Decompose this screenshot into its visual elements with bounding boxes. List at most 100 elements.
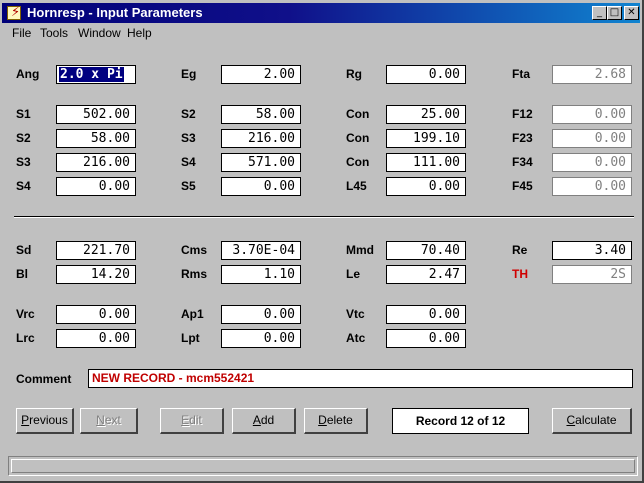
lpt-field[interactable]: 0.00 xyxy=(221,329,301,348)
add-text: dd xyxy=(260,413,275,427)
previous-text: revious xyxy=(29,413,68,427)
le-field[interactable]: 2.47 xyxy=(386,265,466,284)
s2b-label: S2 xyxy=(16,131,31,145)
ang-value: 2.0 x Pi xyxy=(59,67,124,82)
s2b-field[interactable]: 58.00 xyxy=(56,129,136,148)
rms-label: Rms xyxy=(181,267,208,281)
vrc-field[interactable]: 0.00 xyxy=(56,305,136,324)
ap1-label: Ap1 xyxy=(181,307,204,321)
con2-field[interactable]: 199.10 xyxy=(386,129,466,148)
eg-field[interactable]: 2.00 xyxy=(221,65,301,84)
s1-label: S1 xyxy=(16,107,31,121)
previous-button[interactable]: Previous xyxy=(16,408,74,434)
menu-file[interactable]: File xyxy=(12,26,31,40)
next-button: Next xyxy=(80,408,138,434)
s1-field[interactable]: 502.00 xyxy=(56,105,136,124)
add-accel: A xyxy=(252,413,261,427)
f45-label: F45 xyxy=(512,179,533,193)
f12-field: 0.00 xyxy=(552,105,632,124)
f34-label: F34 xyxy=(512,155,533,169)
app-icon[interactable]: ⚡ xyxy=(7,5,21,20)
menu-tools[interactable]: Tools xyxy=(40,26,68,40)
calculate-button[interactable]: Calculate xyxy=(552,408,632,434)
minimize-button[interactable]: _ xyxy=(592,6,607,20)
rms-field[interactable]: 1.10 xyxy=(221,265,301,284)
s2-field[interactable]: 58.00 xyxy=(221,105,301,124)
atc-label: Atc xyxy=(346,331,366,345)
vtc-label: Vtc xyxy=(346,307,365,321)
s3b-field[interactable]: 216.00 xyxy=(56,153,136,172)
rg-label: Rg xyxy=(346,67,362,81)
s4-label: S4 xyxy=(181,155,196,169)
mmd-field[interactable]: 70.40 xyxy=(386,241,466,260)
vrc-label: Vrc xyxy=(16,307,35,321)
atc-field[interactable]: 0.00 xyxy=(386,329,466,348)
next-text: ext xyxy=(104,413,121,427)
f12-label: F12 xyxy=(512,107,533,121)
s4-field[interactable]: 571.00 xyxy=(221,153,301,172)
rg-field[interactable]: 0.00 xyxy=(386,65,466,84)
con3-field[interactable]: 111.00 xyxy=(386,153,466,172)
vtc-field[interactable]: 0.00 xyxy=(386,305,466,324)
ang-field[interactable]: 2.0 x Pi xyxy=(56,65,136,84)
l45-field[interactable]: 0.00 xyxy=(386,177,466,196)
delete-button[interactable]: Delete xyxy=(304,408,368,434)
record-indicator: Record 12 of 12 xyxy=(392,408,529,434)
s4b-label: S4 xyxy=(16,179,31,193)
menu-window[interactable]: Window xyxy=(78,26,121,40)
l45-label: L45 xyxy=(346,179,367,193)
lightning-icon: ⚡ xyxy=(11,5,21,20)
ang-label: Ang xyxy=(16,67,40,81)
bl-field[interactable]: 14.20 xyxy=(56,265,136,284)
close-button[interactable]: ✕ xyxy=(624,6,639,20)
comment-field[interactable]: NEW RECORD - mcm552421 xyxy=(88,369,633,388)
sd-label: Sd xyxy=(16,243,32,257)
edit-accel: E xyxy=(181,413,190,427)
menu-help[interactable]: Help xyxy=(127,26,152,40)
sd-field[interactable]: 221.70 xyxy=(56,241,136,260)
calculate-accel: C xyxy=(566,413,576,427)
status-bar xyxy=(8,456,638,476)
con1-field[interactable]: 25.00 xyxy=(386,105,466,124)
s5-field[interactable]: 0.00 xyxy=(221,177,301,196)
re-field[interactable]: 3.40 xyxy=(552,241,632,260)
th-field: 2S xyxy=(552,265,632,284)
next-accel: N xyxy=(96,413,105,427)
s4b-field[interactable]: 0.00 xyxy=(56,177,136,196)
mmd-label: Mmd xyxy=(346,243,374,257)
calculate-text: alculate xyxy=(575,413,617,427)
f23-label: F23 xyxy=(512,131,533,145)
bl-label: Bl xyxy=(16,267,28,281)
con1-label: Con xyxy=(346,107,370,121)
s3-label: S3 xyxy=(181,131,196,145)
delete-accel: D xyxy=(318,413,327,427)
title-bar[interactable]: ⚡ Hornresp - Input Parameters _ □ ✕ xyxy=(2,3,640,23)
re-label: Re xyxy=(512,243,528,257)
con2-label: Con xyxy=(346,131,370,145)
cms-label: Cms xyxy=(181,243,208,257)
s5-label: S5 xyxy=(181,179,196,193)
edit-text: dit xyxy=(189,413,202,427)
section-divider xyxy=(14,216,634,218)
le-label: Le xyxy=(346,267,361,281)
ap1-field[interactable]: 0.00 xyxy=(221,305,301,324)
fta-label: Fta xyxy=(512,67,530,81)
edit-button: Edit xyxy=(160,408,224,434)
eg-label: Eg xyxy=(181,67,197,81)
delete-text: elete xyxy=(326,413,353,427)
lrc-field[interactable]: 0.00 xyxy=(56,329,136,348)
status-panel xyxy=(11,459,635,473)
s3-field[interactable]: 216.00 xyxy=(221,129,301,148)
cms-field[interactable]: 3.70E-04 xyxy=(221,241,301,260)
hornresp-window: ⚡ Hornresp - Input Parameters _ □ ✕ File… xyxy=(0,0,644,483)
f45-field: 0.00 xyxy=(552,177,632,196)
th-label[interactable]: TH xyxy=(512,267,528,281)
f34-field: 0.00 xyxy=(552,153,632,172)
fta-field: 2.68 xyxy=(552,65,632,84)
f23-field: 0.00 xyxy=(552,129,632,148)
window-title: Hornresp - Input Parameters xyxy=(27,5,203,20)
s2-label: S2 xyxy=(181,107,196,121)
maximize-button[interactable]: □ xyxy=(607,6,622,20)
s3b-label: S3 xyxy=(16,155,31,169)
add-button[interactable]: Add xyxy=(232,408,296,434)
